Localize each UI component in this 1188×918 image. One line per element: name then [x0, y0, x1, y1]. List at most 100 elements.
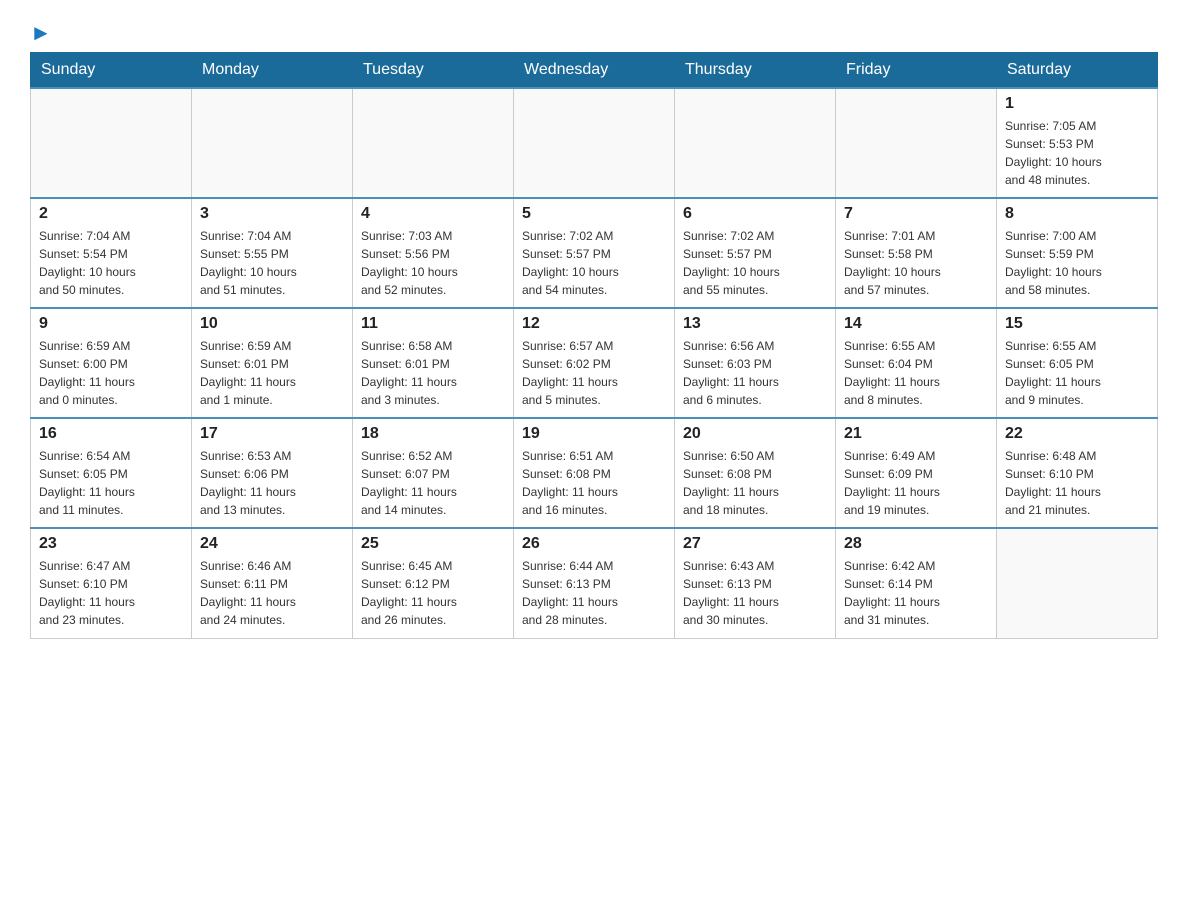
day-number: 8 [1005, 205, 1149, 223]
week-row-1: 1 Sunrise: 7:05 AMSunset: 5:53 PMDaylight… [31, 88, 1158, 198]
week-row-5: 23 Sunrise: 6:47 AMSunset: 6:10 PMDayligh… [31, 528, 1158, 638]
day-number: 26 [522, 535, 666, 553]
day-info: Sunrise: 6:55 AMSunset: 6:04 PMDaylight:… [844, 337, 988, 409]
day-number: 4 [361, 205, 505, 223]
day-info: Sunrise: 6:43 AMSunset: 6:13 PMDaylight:… [683, 557, 827, 629]
day-info: Sunrise: 7:01 AMSunset: 5:58 PMDaylight:… [844, 227, 988, 299]
weekday-header-friday: Friday [836, 53, 997, 89]
day-info: Sunrise: 6:54 AMSunset: 6:05 PMDaylight:… [39, 447, 183, 519]
day-info: Sunrise: 6:49 AMSunset: 6:09 PMDaylight:… [844, 447, 988, 519]
day-number: 6 [683, 205, 827, 223]
calendar-cell: 23 Sunrise: 6:47 AMSunset: 6:10 PMDayligh… [31, 528, 192, 638]
calendar-cell: 18 Sunrise: 6:52 AMSunset: 6:07 PMDayligh… [353, 418, 514, 528]
calendar-cell: 13 Sunrise: 6:56 AMSunset: 6:03 PMDayligh… [675, 308, 836, 418]
day-number: 19 [522, 425, 666, 443]
calendar-cell: 1 Sunrise: 7:05 AMSunset: 5:53 PMDaylight… [997, 88, 1158, 198]
calendar-cell: 19 Sunrise: 6:51 AMSunset: 6:08 PMDayligh… [514, 418, 675, 528]
day-number: 5 [522, 205, 666, 223]
day-number: 9 [39, 315, 183, 333]
day-number: 27 [683, 535, 827, 553]
calendar-cell: 8 Sunrise: 7:00 AMSunset: 5:59 PMDaylight… [997, 198, 1158, 308]
weekday-header-wednesday: Wednesday [514, 53, 675, 89]
day-number: 13 [683, 315, 827, 333]
day-info: Sunrise: 7:03 AMSunset: 5:56 PMDaylight:… [361, 227, 505, 299]
calendar-cell: 26 Sunrise: 6:44 AMSunset: 6:13 PMDayligh… [514, 528, 675, 638]
day-number: 14 [844, 315, 988, 333]
day-number: 18 [361, 425, 505, 443]
calendar-cell [192, 88, 353, 198]
week-row-4: 16 Sunrise: 6:54 AMSunset: 6:05 PMDayligh… [31, 418, 1158, 528]
day-info: Sunrise: 7:05 AMSunset: 5:53 PMDaylight:… [1005, 117, 1149, 189]
calendar-cell: 11 Sunrise: 6:58 AMSunset: 6:01 PMDayligh… [353, 308, 514, 418]
calendar-cell: 4 Sunrise: 7:03 AMSunset: 5:56 PMDaylight… [353, 198, 514, 308]
day-info: Sunrise: 6:52 AMSunset: 6:07 PMDaylight:… [361, 447, 505, 519]
weekday-header-sunday: Sunday [31, 53, 192, 89]
day-info: Sunrise: 6:56 AMSunset: 6:03 PMDaylight:… [683, 337, 827, 409]
day-info: Sunrise: 7:04 AMSunset: 5:55 PMDaylight:… [200, 227, 344, 299]
day-info: Sunrise: 6:58 AMSunset: 6:01 PMDaylight:… [361, 337, 505, 409]
day-number: 2 [39, 205, 183, 223]
day-info: Sunrise: 6:45 AMSunset: 6:12 PMDaylight:… [361, 557, 505, 629]
weekday-header-row: SundayMondayTuesdayWednesdayThursdayFrid… [31, 53, 1158, 89]
day-number: 10 [200, 315, 344, 333]
calendar-cell: 28 Sunrise: 6:42 AMSunset: 6:14 PMDayligh… [836, 528, 997, 638]
calendar-cell: 7 Sunrise: 7:01 AMSunset: 5:58 PMDaylight… [836, 198, 997, 308]
day-info: Sunrise: 6:47 AMSunset: 6:10 PMDaylight:… [39, 557, 183, 629]
day-number: 25 [361, 535, 505, 553]
day-info: Sunrise: 7:02 AMSunset: 5:57 PMDaylight:… [522, 227, 666, 299]
calendar-cell [353, 88, 514, 198]
day-info: Sunrise: 7:02 AMSunset: 5:57 PMDaylight:… [683, 227, 827, 299]
calendar-cell [31, 88, 192, 198]
day-number: 3 [200, 205, 344, 223]
day-info: Sunrise: 7:00 AMSunset: 5:59 PMDaylight:… [1005, 227, 1149, 299]
week-row-3: 9Sunrise: 6:59 AMSunset: 6:00 PMDaylight… [31, 308, 1158, 418]
day-number: 22 [1005, 425, 1149, 443]
day-info: Sunrise: 6:44 AMSunset: 6:13 PMDaylight:… [522, 557, 666, 629]
calendar-table: SundayMondayTuesdayWednesdayThursdayFrid… [30, 52, 1158, 639]
day-info: Sunrise: 6:53 AMSunset: 6:06 PMDaylight:… [200, 447, 344, 519]
calendar-cell: 16 Sunrise: 6:54 AMSunset: 6:05 PMDayligh… [31, 418, 192, 528]
weekday-header-monday: Monday [192, 53, 353, 89]
calendar-cell: 22 Sunrise: 6:48 AMSunset: 6:10 PMDayligh… [997, 418, 1158, 528]
day-number: 17 [200, 425, 344, 443]
calendar-cell: 3 Sunrise: 7:04 AMSunset: 5:55 PMDaylight… [192, 198, 353, 308]
day-info: Sunrise: 6:51 AMSunset: 6:08 PMDaylight:… [522, 447, 666, 519]
calendar-cell: 2 Sunrise: 7:04 AMSunset: 5:54 PMDaylight… [31, 198, 192, 308]
day-number: 28 [844, 535, 988, 553]
calendar-cell [675, 88, 836, 198]
calendar-cell: 12 Sunrise: 6:57 AMSunset: 6:02 PMDayligh… [514, 308, 675, 418]
day-info: Sunrise: 6:50 AMSunset: 6:08 PMDaylight:… [683, 447, 827, 519]
calendar-cell [514, 88, 675, 198]
calendar-cell: 27 Sunrise: 6:43 AMSunset: 6:13 PMDayligh… [675, 528, 836, 638]
day-info: Sunrise: 6:59 AMSunset: 6:01 PMDaylight:… [200, 337, 344, 409]
day-number: 7 [844, 205, 988, 223]
calendar-cell: 6 Sunrise: 7:02 AMSunset: 5:57 PMDaylight… [675, 198, 836, 308]
calendar-cell: 14 Sunrise: 6:55 AMSunset: 6:04 PMDayligh… [836, 308, 997, 418]
calendar-cell: 10 Sunrise: 6:59 AMSunset: 6:01 PMDayligh… [192, 308, 353, 418]
day-number: 16 [39, 425, 183, 443]
weekday-header-tuesday: Tuesday [353, 53, 514, 89]
calendar-cell: 21 Sunrise: 6:49 AMSunset: 6:09 PMDayligh… [836, 418, 997, 528]
day-info: Sunrise: 6:42 AMSunset: 6:14 PMDaylight:… [844, 557, 988, 629]
day-number: 1 [1005, 95, 1149, 113]
day-number: 12 [522, 315, 666, 333]
calendar-cell: 9Sunrise: 6:59 AMSunset: 6:00 PMDaylight… [31, 308, 192, 418]
logo: ► [30, 20, 52, 42]
page-header: ► [30, 20, 1158, 42]
day-info: Sunrise: 6:57 AMSunset: 6:02 PMDaylight:… [522, 337, 666, 409]
weekday-header-saturday: Saturday [997, 53, 1158, 89]
calendar-cell: 20Sunrise: 6:50 AMSunset: 6:08 PMDayligh… [675, 418, 836, 528]
day-number: 11 [361, 315, 505, 333]
calendar-cell: 17 Sunrise: 6:53 AMSunset: 6:06 PMDayligh… [192, 418, 353, 528]
day-info: Sunrise: 7:04 AMSunset: 5:54 PMDaylight:… [39, 227, 183, 299]
calendar-cell [836, 88, 997, 198]
calendar-cell [997, 528, 1158, 638]
day-number: 24 [200, 535, 344, 553]
day-info: Sunrise: 6:48 AMSunset: 6:10 PMDaylight:… [1005, 447, 1149, 519]
calendar-cell: 25 Sunrise: 6:45 AMSunset: 6:12 PMDayligh… [353, 528, 514, 638]
weekday-header-thursday: Thursday [675, 53, 836, 89]
calendar-cell: 5 Sunrise: 7:02 AMSunset: 5:57 PMDaylight… [514, 198, 675, 308]
day-number: 23 [39, 535, 183, 553]
day-number: 21 [844, 425, 988, 443]
calendar-cell: 15Sunrise: 6:55 AMSunset: 6:05 PMDayligh… [997, 308, 1158, 418]
